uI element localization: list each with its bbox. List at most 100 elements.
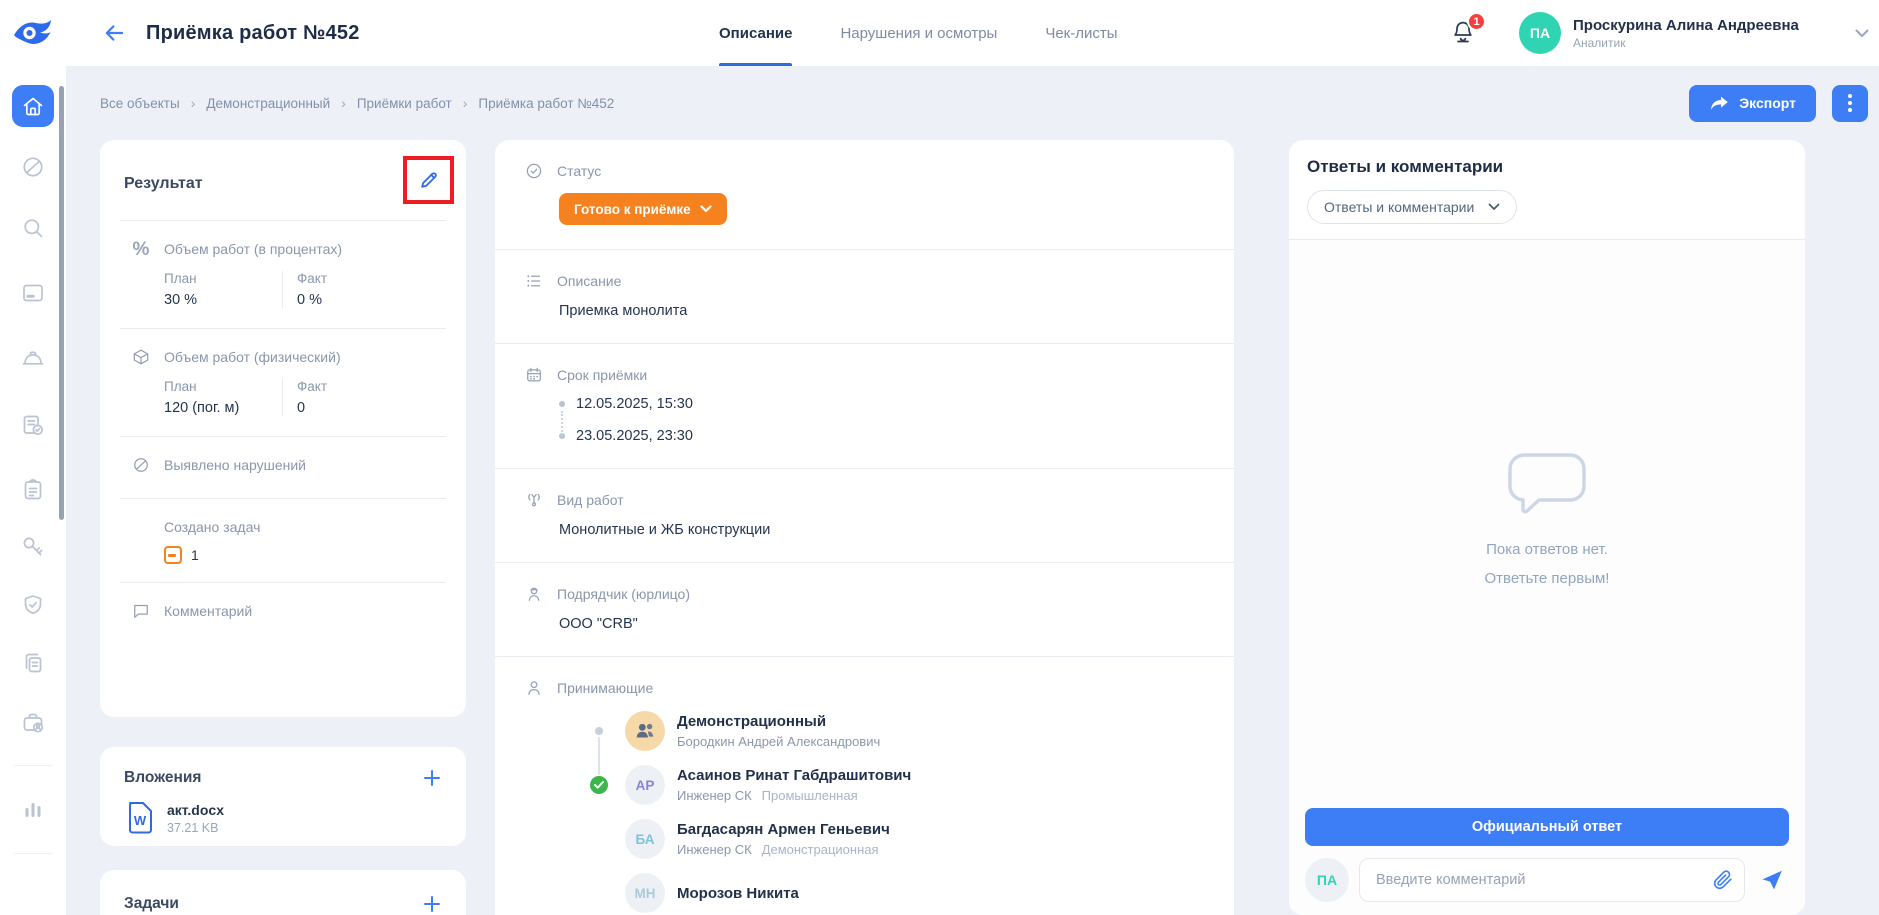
plus-icon bbox=[422, 768, 442, 788]
acceptor-subtitle: Инженер СКПромышленная bbox=[677, 788, 911, 803]
briefcase-person-icon bbox=[20, 710, 46, 736]
sidebar-item-search[interactable] bbox=[13, 208, 53, 248]
acceptor-name: Морозов Никита bbox=[677, 885, 799, 902]
work-type-value: Монолитные и ЖБ конструкции bbox=[559, 522, 1212, 538]
user-menu-button[interactable] bbox=[1855, 29, 1869, 38]
list-item[interactable]: Демонстрационный Бородкин Андрей Алексан… bbox=[555, 711, 1212, 751]
comment-section: Комментарий bbox=[100, 583, 466, 640]
acceptor-org: Промышленная bbox=[762, 788, 858, 803]
clipboard-list-icon bbox=[20, 477, 46, 503]
plan-label: План bbox=[164, 379, 268, 394]
more-actions-button[interactable] bbox=[1832, 85, 1868, 122]
acceptance-period-label: Срок приёмки bbox=[557, 367, 647, 383]
breadcrumb-separator: › bbox=[452, 95, 479, 111]
chevron-down-icon bbox=[1855, 29, 1869, 38]
tasks-card: Задачи bbox=[100, 870, 466, 915]
details-card: Статус Готово к приёмке Описание Прием bbox=[495, 140, 1234, 915]
status-dropdown-button[interactable]: Готово к приёмке bbox=[559, 193, 727, 225]
annotation-highlight-box bbox=[403, 156, 454, 204]
user-avatar[interactable]: ПА bbox=[1519, 12, 1561, 54]
comments-panel-title: Ответы и комментарии bbox=[1307, 157, 1787, 177]
pencil-icon bbox=[417, 168, 441, 192]
sidebar-item-safety[interactable] bbox=[13, 585, 53, 625]
export-button[interactable]: Экспорт bbox=[1689, 85, 1816, 122]
sidebar-item-construction[interactable] bbox=[13, 340, 53, 380]
notifications-button[interactable]: 1 bbox=[1451, 19, 1477, 47]
content-area: Результат % Объем работ ( bbox=[100, 140, 1879, 915]
acceptance-period-section: Срок приёмки 12.05.2025, 15:30 23.05.202… bbox=[495, 343, 1234, 468]
ban-icon bbox=[132, 456, 150, 474]
sidebar-divider bbox=[14, 765, 52, 766]
contractor-section: Подрядчик (юрлицо) ООО "CRB" bbox=[495, 562, 1234, 656]
add-task-button[interactable] bbox=[418, 890, 446, 915]
sidebar-item-home[interactable] bbox=[12, 85, 54, 127]
empty-state: Пока ответов нет. Ответьте первым! bbox=[1485, 448, 1610, 593]
status-section: Статус Готово к приёмке bbox=[495, 140, 1234, 249]
hard-hat-icon bbox=[20, 347, 46, 373]
app-logo[interactable] bbox=[0, 0, 66, 66]
file-name: акт.docx bbox=[167, 802, 224, 818]
attach-file-button[interactable] bbox=[1711, 868, 1735, 892]
task-icon bbox=[164, 546, 182, 564]
sidebar-item-violations[interactable] bbox=[13, 147, 53, 187]
volume-physical-section: Объем работ (физический) План 120 (пог. … bbox=[100, 329, 466, 436]
sidebar-item-panel[interactable] bbox=[13, 273, 53, 313]
calendar-icon bbox=[525, 366, 543, 384]
comments-filter-value: Ответы и комментарии bbox=[1324, 199, 1474, 215]
percent-icon: % bbox=[132, 240, 150, 258]
edit-result-button[interactable] bbox=[411, 162, 447, 198]
speech-bubble-icon bbox=[1501, 448, 1593, 520]
clipboard-check-icon bbox=[20, 412, 46, 438]
list-icon bbox=[525, 272, 543, 290]
attachments-card: Вложения W акт.docx 37.21 KB bbox=[100, 747, 466, 846]
tasks-created-count[interactable]: 1 bbox=[191, 547, 199, 563]
timeline-connector bbox=[561, 411, 563, 435]
sidebar-item-inspections[interactable] bbox=[13, 405, 53, 445]
empty-line-2: Ответьте первым! bbox=[1485, 565, 1610, 594]
eye-logo-icon bbox=[12, 18, 54, 48]
user-meta[interactable]: Проскурина Алина Андреевна Аналитик bbox=[1573, 17, 1799, 50]
acceptor-subtitle: Бородкин Андрей Александрович bbox=[677, 734, 880, 749]
sidebar-scrollbar[interactable] bbox=[59, 86, 64, 520]
breadcrumb-all-objects[interactable]: Все объекты bbox=[100, 96, 180, 111]
panel-icon bbox=[20, 280, 46, 306]
breadcrumb-separator: › bbox=[330, 95, 357, 111]
plan-value: 120 (пог. м) bbox=[164, 400, 268, 416]
breadcrumb-acceptances[interactable]: Приёмки работ bbox=[357, 96, 452, 111]
share-export-icon bbox=[1709, 95, 1729, 112]
sidebar-item-access[interactable] bbox=[13, 527, 53, 567]
acceptors-connector-line bbox=[598, 737, 600, 775]
attachment-file-item[interactable]: W акт.docx 37.21 KB bbox=[124, 801, 446, 835]
list-item[interactable]: БА Багдасарян Армен Геньевич Инженер СКД… bbox=[555, 819, 1212, 859]
search-icon bbox=[20, 215, 46, 241]
tab-checklists[interactable]: Чек-листы bbox=[1045, 0, 1117, 66]
list-item[interactable]: МН Морозов Никита bbox=[555, 873, 1212, 913]
violations-label: Выявлено нарушений bbox=[164, 457, 306, 473]
comments-filter-dropdown[interactable]: Ответы и комментарии bbox=[1307, 190, 1517, 224]
list-item[interactable]: АР Асаинов Ринат Габдрашитович Инженер С… bbox=[555, 765, 1212, 805]
key-icon bbox=[20, 534, 46, 560]
add-attachment-button[interactable] bbox=[418, 764, 446, 792]
acceptor-name: Демонстрационный bbox=[677, 713, 880, 730]
sidebar-item-more[interactable] bbox=[13, 905, 53, 915]
official-reply-button[interactable]: Официальный ответ bbox=[1305, 808, 1789, 846]
sidebar-item-tasks[interactable] bbox=[13, 470, 53, 510]
sidebar-item-contractors[interactable] bbox=[13, 703, 53, 743]
sidebar-item-documents[interactable] bbox=[13, 643, 53, 683]
comment-input[interactable] bbox=[1359, 858, 1745, 902]
period-start: 12.05.2025, 15:30 bbox=[576, 396, 693, 412]
sidebar-item-analytics[interactable] bbox=[13, 788, 53, 828]
tab-description[interactable]: Описание bbox=[719, 0, 792, 66]
avatar: БА bbox=[625, 819, 665, 859]
back-button[interactable] bbox=[96, 15, 132, 51]
breadcrumb-project[interactable]: Демонстрационный bbox=[206, 96, 330, 111]
send-comment-button[interactable] bbox=[1755, 863, 1789, 897]
chevron-down-icon bbox=[1488, 203, 1500, 211]
top-header: Приёмка работ №452 Описание Нарушения и … bbox=[0, 0, 1879, 66]
copy-documents-icon bbox=[20, 650, 46, 676]
tab-violations-inspections[interactable]: Нарушения и осмотры bbox=[840, 0, 997, 66]
violations-section: Выявлено нарушений bbox=[100, 437, 466, 498]
description-value: Приемка монолита bbox=[559, 303, 1212, 319]
volume-percent-label: Объем работ (в процентах) bbox=[164, 241, 342, 257]
attachments-title: Вложения bbox=[124, 769, 201, 787]
